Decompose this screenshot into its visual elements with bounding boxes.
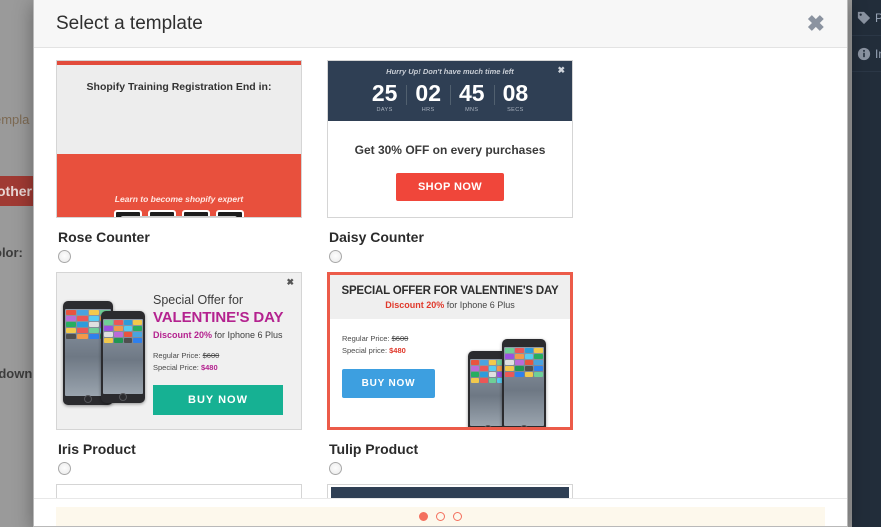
iris-discount-line: Discount 20% for Iphone 6 Plus bbox=[153, 330, 291, 340]
sidebar-item-info[interactable]: In bbox=[852, 36, 881, 72]
rose-top-bar bbox=[57, 61, 301, 65]
template-grid: Shopify Training Registration End in: 25… bbox=[56, 60, 825, 501]
countdown-cell: 02 HRS bbox=[406, 82, 450, 113]
template-thumb-daisy-counter[interactable]: Hurry Up! Don't have much time left ✖ 25… bbox=[327, 60, 573, 218]
pagination-dot-3[interactable] bbox=[453, 512, 462, 521]
rose-subtext: Learn to become shopify expert bbox=[114, 194, 244, 204]
iris-regular-price: $600 bbox=[202, 351, 220, 361]
template-card-rose-counter[interactable]: Shopify Training Registration End in: 25… bbox=[56, 60, 302, 263]
tulip-heading: SPECIAL OFFER FOR VALENTINE'S DAY bbox=[341, 285, 559, 297]
iphone-illustration bbox=[462, 333, 560, 427]
tulip-discount: Discount 20% bbox=[385, 300, 445, 310]
iris-special-label: Special Price: bbox=[153, 362, 201, 372]
template-thumb-tulip-product[interactable]: SPECIAL OFFER FOR VALENTINE'S DAY Discou… bbox=[327, 272, 573, 430]
countdown-value: 25 bbox=[371, 80, 398, 106]
countdown-cell: 45 MNS bbox=[450, 82, 494, 113]
background-countdown-label: tdown: bbox=[0, 366, 34, 381]
template-radio-rose-counter[interactable] bbox=[58, 250, 71, 263]
iris-special-price: $480 bbox=[200, 362, 218, 372]
template-radio-tulip-product[interactable] bbox=[329, 462, 342, 475]
template-radio-iris-product[interactable] bbox=[58, 462, 71, 475]
daisy-countdown: 25 DAYS 02 HRS 45 MNS 08 SECS bbox=[328, 80, 572, 114]
modal-header: Select a template ✖ bbox=[34, 0, 847, 48]
tulip-regular-label: Regular Price: bbox=[342, 334, 392, 343]
iris-line1: Special Offer for bbox=[153, 293, 244, 307]
select-template-modal: Select a template ✖ Shopify Training Reg… bbox=[33, 0, 848, 527]
countdown-value: 45 bbox=[459, 80, 485, 106]
modal-footer bbox=[34, 498, 847, 526]
template-name: Tulip Product bbox=[329, 441, 419, 457]
daisy-cta-button[interactable]: SHOP NOW bbox=[395, 173, 505, 201]
template-thumb-rose-counter[interactable]: Shopify Training Registration End in: 25… bbox=[56, 60, 302, 218]
background-right-sidebar: P In bbox=[852, 0, 881, 527]
pagination[interactable] bbox=[56, 507, 825, 526]
template-name: Rose Counter bbox=[58, 229, 150, 245]
close-icon[interactable]: ✖ bbox=[807, 12, 825, 35]
template-name: Iris Product bbox=[58, 441, 136, 457]
tulip-prices: Regular Price: $600 Special price: $480 bbox=[342, 333, 462, 357]
template-thumb-iris-product[interactable]: ✖ Special Offer for VALENTINE'S DAY Disc… bbox=[56, 272, 302, 430]
countdown-unit: SECS bbox=[507, 107, 524, 113]
rose-heading: Shopify Training Registration End in: bbox=[86, 81, 272, 93]
tulip-special-price: $480 bbox=[389, 346, 406, 355]
background-template-text: empla bbox=[0, 112, 30, 127]
tulip-regular-price: $600 bbox=[391, 334, 409, 343]
iris-close-icon[interactable]: ✖ bbox=[286, 277, 294, 288]
iris-regular-label: Regular Price: bbox=[153, 351, 203, 361]
template-radio-daisy-counter[interactable] bbox=[329, 250, 342, 263]
tulip-special-label: Special price: bbox=[342, 346, 390, 355]
daisy-close-icon[interactable]: ✖ bbox=[557, 65, 565, 76]
tulip-cta-button[interactable]: BUY NOW bbox=[342, 369, 435, 398]
iris-discount-rest: for Iphone 6 Plus bbox=[212, 330, 283, 341]
template-card-daisy-counter[interactable]: Hurry Up! Don't have much time left ✖ 25… bbox=[327, 60, 573, 263]
iris-prices: Regular Price: $600 Special Price: $480 bbox=[153, 350, 291, 373]
countdown-unit: MNS bbox=[465, 107, 479, 113]
background-left-column: empla other olor: tdown: bbox=[0, 0, 34, 527]
background-color-label: olor: bbox=[0, 245, 23, 260]
pagination-dot-1[interactable] bbox=[419, 512, 428, 521]
daisy-message: Get 30% OFF on every purchases bbox=[354, 143, 546, 157]
iris-discount: Discount 20% bbox=[153, 330, 213, 341]
countdown-value: 02 bbox=[415, 80, 441, 106]
pagination-dot-2[interactable] bbox=[436, 512, 445, 521]
sidebar-item-info-label: In bbox=[875, 46, 881, 61]
info-icon bbox=[857, 47, 871, 61]
background-other-button[interactable]: other bbox=[0, 176, 34, 206]
page-title: Select a template bbox=[56, 12, 203, 34]
template-name: Daisy Counter bbox=[329, 229, 424, 245]
rose-cta-button[interactable]: REGISTER NOW bbox=[120, 216, 238, 217]
template-card-tulip-product[interactable]: SPECIAL OFFER FOR VALENTINE'S DAY Discou… bbox=[327, 272, 573, 475]
tulip-discount-line: Discount 20% for Iphone 6 Plus bbox=[336, 300, 564, 310]
template-gallery: Shopify Training Registration End in: 25… bbox=[34, 48, 847, 501]
tulip-discount-rest: for Iphone 6 Plus bbox=[444, 300, 515, 310]
countdown-unit: DAYS bbox=[376, 107, 393, 113]
countdown-cell: 25 DAYS bbox=[363, 80, 407, 114]
countdown-cell: 08 SECS bbox=[493, 80, 538, 113]
template-card-iris-product[interactable]: ✖ Special Offer for VALENTINE'S DAY Disc… bbox=[56, 272, 302, 475]
tag-icon bbox=[857, 11, 871, 25]
iphone-illustration bbox=[57, 273, 153, 429]
iris-line2: VALENTINE'S DAY bbox=[153, 308, 284, 326]
sidebar-item-pages[interactable]: P bbox=[852, 0, 881, 36]
countdown-unit: HRS bbox=[421, 107, 435, 113]
iris-cta-button[interactable]: BUY NOW bbox=[153, 384, 283, 415]
sidebar-item-pages-label: P bbox=[875, 10, 881, 25]
countdown-value: 08 bbox=[502, 80, 529, 106]
daisy-hurry-text: Hurry Up! Don't have much time left bbox=[386, 67, 514, 76]
